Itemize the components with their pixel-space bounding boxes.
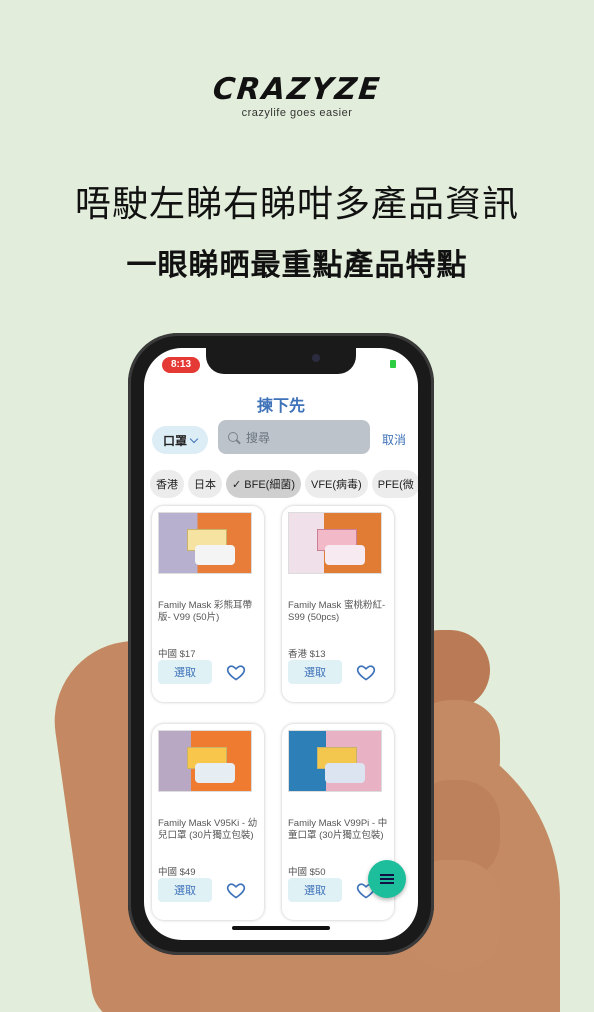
battery-icon bbox=[390, 360, 396, 368]
select-button[interactable]: 選取 bbox=[158, 660, 212, 684]
cancel-button[interactable]: 取消 bbox=[382, 431, 406, 448]
search-placeholder: 搜尋 bbox=[246, 430, 271, 445]
chip-vfe[interactable]: VFE(病毒) bbox=[305, 470, 368, 498]
home-indicator bbox=[232, 926, 330, 930]
brand-logo: CRAZYZE crazylife goes easier bbox=[0, 72, 594, 119]
product-origin-price: 中國 $49 bbox=[158, 867, 196, 878]
product-image bbox=[288, 512, 382, 574]
chip-hongkong[interactable]: 香港 bbox=[150, 470, 184, 498]
product-name: Family Mask 蜜桃粉紅- S99 (50pcs) bbox=[288, 600, 386, 623]
category-label: 口罩 bbox=[162, 433, 187, 448]
product-mask-graphic bbox=[325, 545, 365, 565]
select-button[interactable]: 選取 bbox=[288, 878, 342, 902]
product-mask-graphic bbox=[195, 763, 235, 783]
product-image bbox=[158, 512, 252, 574]
product-mask-graphic bbox=[325, 763, 365, 783]
logo-tagline: crazylife goes easier bbox=[241, 107, 353, 119]
menu-fab-button[interactable] bbox=[368, 860, 406, 898]
product-card[interactable]: Family Mask 彩熊耳帶版- V99 (50片) 中國 $17 選取 bbox=[152, 506, 264, 702]
product-image bbox=[288, 730, 382, 792]
chip-japan[interactable]: 日本 bbox=[188, 470, 222, 498]
product-card[interactable]: Family Mask V95Ki - 幼兒口罩 (30片獨立包裝) 中國 $4… bbox=[152, 724, 264, 920]
product-origin-price: 中國 $50 bbox=[288, 867, 326, 878]
headline: 唔駛左睇右睇咁多產品資訊 bbox=[74, 184, 519, 225]
product-name: Family Mask 彩熊耳帶版- V99 (50片) bbox=[158, 600, 252, 623]
status-time: 8:13 bbox=[162, 357, 200, 373]
product-mask-graphic bbox=[195, 545, 235, 565]
select-button[interactable]: 選取 bbox=[158, 878, 212, 902]
phone-screen: 8:13 揀下先 口罩 搜尋 取消 香港 日本 ✓ BFE(細菌) VFE(病毒… bbox=[144, 348, 418, 940]
search-icon bbox=[228, 432, 238, 442]
chevron-down-icon bbox=[189, 434, 199, 443]
page-title: 揀下先 bbox=[256, 398, 305, 415]
product-image bbox=[158, 730, 252, 792]
heart-icon[interactable] bbox=[356, 662, 376, 682]
heart-icon[interactable] bbox=[226, 880, 246, 900]
phone-mockup: 8:13 揀下先 口罩 搜尋 取消 香港 日本 ✓ BFE(細菌) VFE(病毒… bbox=[128, 333, 434, 955]
chip-bfe[interactable]: ✓ BFE(細菌) bbox=[226, 470, 301, 498]
heart-icon[interactable] bbox=[226, 662, 246, 682]
menu-icon bbox=[380, 874, 394, 884]
phone-notch bbox=[206, 348, 356, 374]
search-input[interactable]: 搜尋 bbox=[218, 420, 370, 454]
select-button[interactable]: 選取 bbox=[288, 660, 342, 684]
logo-wordmark: CRAZYZE bbox=[211, 72, 383, 107]
product-name: Family Mask V99Pi - 中童口罩 (30片獨立包裝) bbox=[288, 818, 388, 841]
product-origin-price: 香港 $13 bbox=[288, 649, 326, 660]
subheadline: 一眼睇晒最重點產品特點 bbox=[126, 248, 468, 283]
product-name: Family Mask V95Ki - 幼兒口罩 (30片獨立包裝) bbox=[158, 818, 258, 841]
category-dropdown[interactable]: 口罩 bbox=[152, 426, 208, 454]
camera-dot bbox=[312, 354, 320, 362]
chip-pfe[interactable]: PFE(微 bbox=[371, 470, 418, 498]
product-origin-price: 中國 $17 bbox=[158, 649, 196, 660]
filter-chips: 香港 日本 ✓ BFE(細菌) VFE(病毒) PFE(微 bbox=[150, 470, 418, 498]
product-card[interactable]: Family Mask 蜜桃粉紅- S99 (50pcs) 香港 $13 選取 bbox=[282, 506, 394, 702]
